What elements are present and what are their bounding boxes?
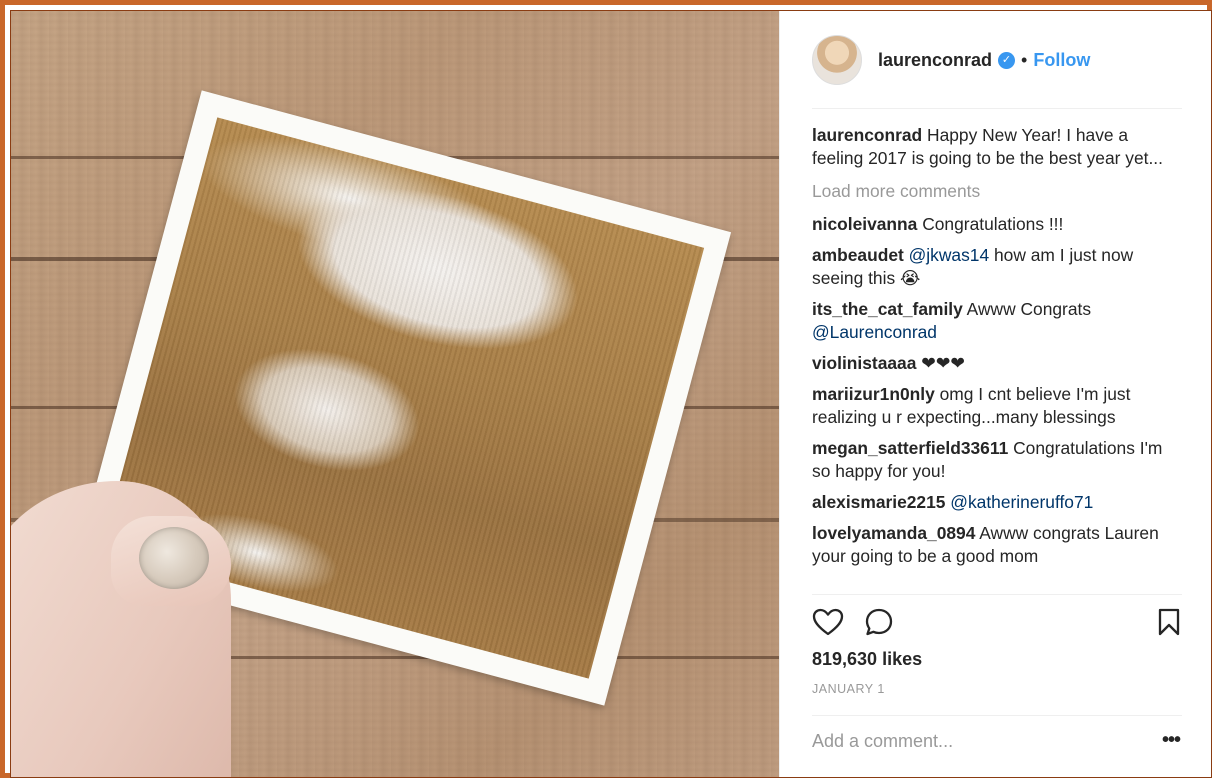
comment-item: its_the_cat_family Awww Congrats @Lauren… — [812, 298, 1182, 344]
caption: laurenconrad Happy New Year! I have a fe… — [812, 124, 1182, 170]
comment-item: megan_satterfield33611 Congratulations I… — [812, 437, 1182, 483]
comment-username[interactable]: megan_satterfield33611 — [812, 438, 1008, 458]
post-header: laurenconrad ✓ • Follow — [780, 11, 1211, 109]
more-options-button[interactable]: ••• — [1162, 729, 1181, 752]
post-dialog: laurenconrad ✓ • Follow laurenconrad Hap… — [10, 10, 1212, 778]
comment-username[interactable]: its_the_cat_family — [812, 299, 963, 319]
add-comment-input[interactable]: Add a comment... — [812, 731, 953, 752]
comment-text: Awww Congrats — [966, 299, 1092, 319]
action-bar — [812, 607, 1182, 637]
comment-username[interactable]: mariizur1n0nly — [812, 384, 935, 404]
separator-dot: • — [1021, 49, 1028, 70]
comment-text: ❤❤❤ — [921, 353, 965, 373]
comment-username[interactable]: alexismarie2215 — [812, 492, 945, 512]
divider — [812, 108, 1182, 109]
comment-item: alexismarie2215 @katherineruffo71 — [812, 491, 1182, 514]
bookmark-icon[interactable] — [1156, 608, 1182, 641]
post-date[interactable]: JANUARY 1 — [812, 682, 885, 696]
verified-badge-icon: ✓ — [998, 51, 1016, 69]
divider — [812, 715, 1182, 716]
header-username[interactable]: laurenconrad — [878, 50, 992, 71]
comment-item: mariizur1n0nly omg I cnt believe I'm jus… — [812, 383, 1182, 429]
divider — [812, 594, 1182, 595]
comment-item: nicoleivanna Congratulations !!! — [812, 213, 1182, 236]
comments-list: laurenconrad Happy New Year! I have a fe… — [812, 124, 1182, 576]
comment-username[interactable]: nicoleivanna — [812, 214, 917, 234]
comment-mention[interactable]: @Laurenconrad — [812, 322, 937, 342]
avatar[interactable] — [812, 35, 862, 85]
comment-username[interactable]: violinistaaaa — [812, 353, 916, 373]
comment-mention[interactable]: @katherineruffo71 — [950, 492, 1093, 512]
follow-button[interactable]: Follow — [1033, 50, 1090, 71]
comment-username[interactable]: lovelyamanda_0894 — [812, 523, 975, 543]
window-frame: laurenconrad ✓ • Follow laurenconrad Hap… — [0, 0, 1212, 778]
caption-username[interactable]: laurenconrad — [812, 125, 922, 145]
comment-item: ambeaudet @jkwas14 how am I just now see… — [812, 244, 1182, 290]
likes-count[interactable]: 819,630 likes — [812, 649, 922, 670]
comment-item: violinistaaaa ❤❤❤ — [812, 352, 1182, 375]
comment-username[interactable]: ambeaudet — [812, 245, 904, 265]
comment-text: Congratulations !!! — [922, 214, 1064, 234]
comment-item: lovelyamanda_0894 Awww congrats Lauren y… — [812, 522, 1182, 568]
post-photo[interactable] — [11, 11, 779, 777]
comment-mention[interactable]: @jkwas14 — [909, 245, 989, 265]
post-sidebar: laurenconrad ✓ • Follow laurenconrad Hap… — [779, 11, 1211, 777]
heart-icon[interactable] — [812, 607, 844, 642]
glitter-nail — [139, 527, 209, 589]
comment-bubble-icon[interactable] — [864, 607, 894, 642]
load-more-comments-button[interactable]: Load more comments — [812, 180, 1182, 203]
